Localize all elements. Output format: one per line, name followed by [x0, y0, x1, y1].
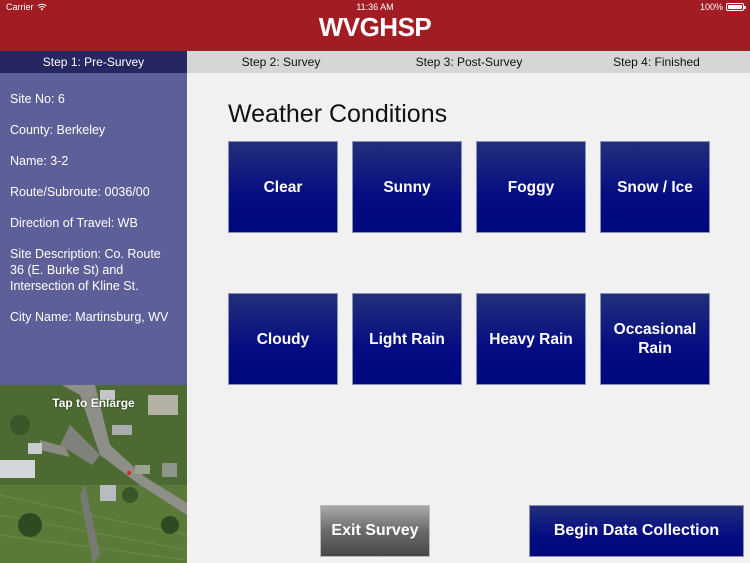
- status-battery: 100%: [699, 2, 746, 12]
- tap-to-enlarge-label: Tap to Enlarge: [52, 396, 135, 410]
- tab-step-4[interactable]: Step 4: Finished: [563, 51, 750, 73]
- satellite-map[interactable]: Tap to Enlarge: [0, 385, 187, 563]
- app-title: WVGHSP: [318, 12, 432, 42]
- weather-conditions-title: Weather Conditions: [228, 100, 448, 128]
- route-subroute: Route/Subroute: 0036/00: [10, 185, 150, 199]
- weather-clear-button[interactable]: Clear: [228, 141, 338, 233]
- site-info-panel: Site No: 6 County: Berkeley Name: 3-2 Ro…: [0, 73, 187, 385]
- exit-survey-button[interactable]: Exit Survey: [320, 505, 430, 557]
- begin-data-collection-button[interactable]: Begin Data Collection: [529, 505, 744, 557]
- battery-percent: 100%: [699, 2, 723, 12]
- weather-snow-ice-button[interactable]: Snow / Ice: [600, 141, 710, 233]
- county: County: Berkeley: [10, 123, 106, 137]
- tab-step-3[interactable]: Step 3: Post-Survey: [375, 51, 563, 73]
- direction-of-travel: Direction of Travel: WB: [10, 216, 138, 230]
- tab-step-2[interactable]: Step 2: Survey: [187, 51, 375, 73]
- map-image: [0, 385, 187, 563]
- site-name: Name: 3-2: [10, 154, 69, 168]
- battery-icon: [726, 3, 746, 11]
- status-time: 11:36 AM: [356, 2, 394, 12]
- weather-foggy-button[interactable]: Foggy: [476, 141, 586, 233]
- tab-step-1[interactable]: Step 1: Pre-Survey: [0, 51, 187, 73]
- weather-light-rain-button[interactable]: Light Rain: [352, 293, 462, 385]
- weather-occasional-rain-button[interactable]: Occasional Rain: [600, 293, 710, 385]
- site-number: Site No: 6: [10, 92, 65, 106]
- weather-heavy-rain-button[interactable]: Heavy Rain: [476, 293, 586, 385]
- weather-sunny-button[interactable]: Sunny: [352, 141, 462, 233]
- app-header: Carrier 11:36 AM 100% WVGHSP: [0, 0, 750, 51]
- city-name: City Name: Martinsburg, WV: [10, 310, 169, 324]
- weather-cloudy-button[interactable]: Cloudy: [228, 293, 338, 385]
- site-description: Site Description: Co. Route 36 (E. Burke…: [10, 247, 161, 293]
- step-tabs: Step 1: Pre-Survey Step 2: Survey Step 3…: [0, 51, 750, 73]
